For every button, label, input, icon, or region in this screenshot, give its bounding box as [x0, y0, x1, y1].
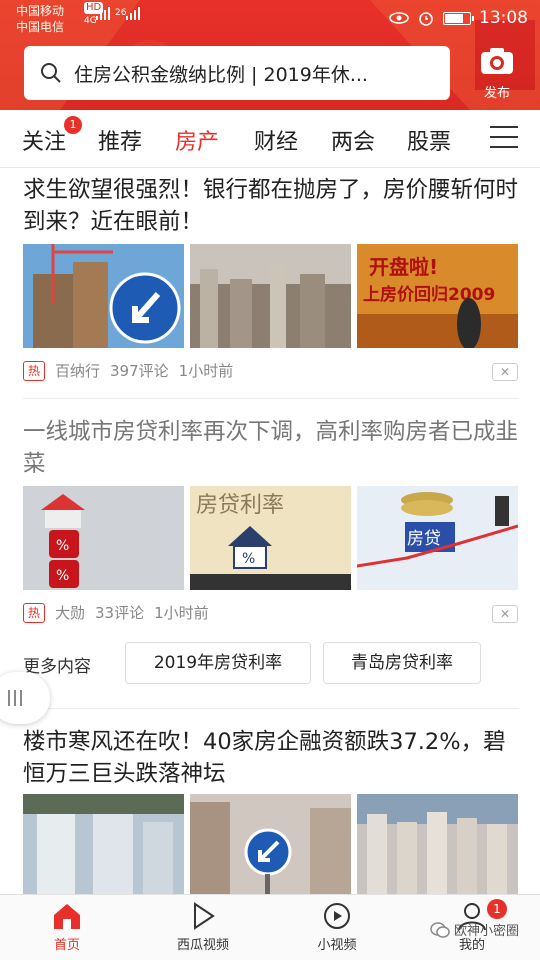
article-source[interactable]: 百纳行 [55, 360, 100, 381]
thumb-text: 开盘啦! [369, 255, 438, 279]
search-icon [41, 63, 61, 83]
tab-follow-badge: 1 [64, 116, 82, 134]
search-bar[interactable]: 住房公积金缴纳比例 | 2019年休... [24, 46, 450, 100]
thumbnail-opening: 开盘啦! 上房价回归2009 [357, 244, 518, 348]
chip-mortgage-rate-2019[interactable]: 2019年房贷利率 [125, 642, 311, 684]
nav-xigua-label: 西瓜视频 [176, 938, 229, 953]
network-26: 26 [115, 8, 127, 18]
nav-me-badge: 1 [487, 899, 507, 919]
article-thumbnails: 开盘啦! 上房价回归2009 [23, 244, 519, 348]
tab-real-estate[interactable]: 房产 [175, 124, 219, 156]
carrier-2: 中国电信 [16, 20, 65, 34]
chip-qingdao-mortgage[interactable]: 青岛房贷利率 [323, 642, 481, 684]
article-thumbnails: % % 房贷利率 % 房贷 [23, 486, 519, 590]
tabs-fade [458, 110, 486, 166]
tab-two-sessions[interactable]: 两会 [331, 124, 375, 156]
clock: 13:08 [479, 8, 528, 28]
article-meta: 热 百纳行 397评论 1小时前 [23, 360, 243, 381]
article-title[interactable]: 一线城市房贷利率再次下调，高利率购房者已成韭菜 [23, 416, 519, 480]
hot-badge: 热 [23, 602, 45, 623]
nav-me-label: 我的 [458, 938, 485, 953]
article-title[interactable]: 求生欲望很强烈！银行都在抛房了，房价腰斩何时到来？近在眼前！ [23, 174, 519, 238]
side-drawer-handle[interactable] [0, 672, 50, 724]
tab-follow[interactable]: 关注 [22, 124, 66, 156]
divider [23, 708, 519, 709]
channel-tabs: 关注 1 推荐 房产 财经 两会 股票 [0, 110, 540, 168]
tab-stocks[interactable]: 股票 [407, 124, 451, 156]
article-comments: 33评论 [95, 604, 145, 622]
signal-icon-2 [126, 6, 140, 20]
more-content: 更多内容 2019年房贷利率 青岛房贷利率 [23, 642, 519, 684]
article-time: 1小时前 [154, 604, 209, 622]
dismiss-icon[interactable]: ✕ [492, 605, 518, 623]
article-thumbnails [23, 794, 519, 898]
nav-home[interactable]: 首页 [27, 901, 107, 953]
nav-short-video-label: 小视频 [317, 938, 357, 953]
hot-badge: 热 [23, 360, 45, 381]
short-video-icon [324, 903, 350, 929]
thumbnail-residential [357, 794, 518, 898]
tab-recommend[interactable]: 推荐 [98, 124, 142, 156]
header: 中国移动 中国电信 HD 4G 26 13:08 住房公积金缴纳比例 | 201… [0, 0, 540, 110]
thumbnail-down-sign [190, 794, 351, 898]
nav-short-video[interactable]: 小视频 [297, 901, 377, 953]
thumbnail-loan-rate: 房贷利率 % [190, 486, 351, 590]
search-placeholder: 住房公积金缴纳比例 | 2019年休... [74, 63, 368, 86]
nav-xigua-video[interactable]: 西瓜视频 [163, 901, 243, 953]
eye-icon [389, 12, 409, 24]
camera-icon [481, 48, 513, 74]
divider [23, 398, 519, 399]
article-title[interactable]: 楼市寒风还在吹！40家房企融资额跌37.2%，碧恒万三巨头跌落神坛 [23, 726, 519, 790]
app-screen: 中国移动 中国电信 HD 4G 26 13:08 住房公积金缴纳比例 | 201… [0, 0, 540, 960]
thumbnail-city [190, 244, 351, 348]
publish-label: 发布 [483, 86, 510, 101]
thumbnail-buildings-crowd [23, 794, 184, 898]
publish-button[interactable]: 发布 [470, 46, 524, 106]
thumbnail-construction [23, 244, 184, 348]
battery-icon [443, 11, 474, 25]
article-source[interactable]: 大勋 [55, 602, 85, 623]
menu-icon[interactable] [490, 126, 518, 150]
thumb-text: % [56, 568, 69, 584]
home-icon [54, 904, 80, 929]
article-meta: 热 大勋 33评论 1小时前 [23, 602, 219, 623]
thumb-text: 房贷利率 [196, 493, 284, 518]
thumb-text: 上房价回归2009 [363, 284, 495, 305]
tab-finance[interactable]: 财经 [254, 124, 298, 156]
thumb-text: % [242, 551, 255, 567]
thumbnail-mortgage: 房贷 [357, 486, 518, 590]
status-bar: 中国移动 中国电信 HD 4G 26 13:08 [0, 0, 540, 38]
watermark: 欧神小密圈 [430, 920, 519, 939]
thumbnail-house-dice: % % [23, 486, 184, 590]
play-icon [194, 902, 215, 930]
article-comments: 397评论 [110, 362, 169, 380]
thumb-text: % [56, 538, 69, 554]
watermark-text: 欧神小密圈 [454, 924, 520, 939]
status-right: 13:08 [389, 8, 528, 28]
article-time: 1小时前 [178, 362, 234, 380]
nav-home-label: 首页 [53, 938, 80, 953]
wechat-icon [430, 921, 450, 938]
thumb-text: 房贷 [407, 529, 441, 549]
network-4g: 4G [84, 16, 97, 26]
alarm-icon [419, 12, 433, 26]
carrier-1: 中国移动 [16, 4, 65, 18]
signal-icon [96, 6, 110, 20]
dismiss-icon[interactable]: ✕ [492, 363, 518, 381]
